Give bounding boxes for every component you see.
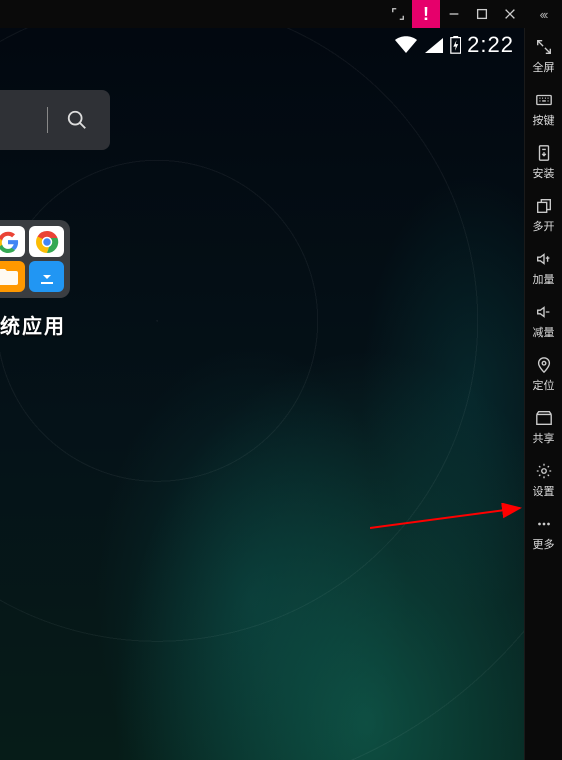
signal-icon (424, 36, 444, 54)
chrome-app-icon[interactable] (29, 226, 64, 257)
rail-more[interactable]: 更多 (525, 507, 562, 560)
rail-label: 设置 (533, 483, 555, 499)
rail-label: 安装 (533, 165, 555, 181)
rail-locate[interactable]: 定位 (525, 348, 562, 401)
right-sidebar: 全屏 按键 安装 多开 加量 减量 定位 共享 设置 更多 (524, 28, 562, 760)
rail-label: 更多 (533, 536, 555, 552)
rail-share[interactable]: 共享 (525, 401, 562, 454)
emulator-screen[interactable]: 2:22 统应用 (0, 28, 524, 760)
search-icon (66, 109, 88, 131)
close-button[interactable] (496, 0, 524, 28)
rail-label: 减量 (533, 324, 555, 340)
rail-install[interactable]: 安装 (525, 136, 562, 189)
rail-keyboard[interactable]: 按键 (525, 83, 562, 136)
folder-label: 统应用 (0, 310, 66, 339)
rail-multi[interactable]: 多开 (525, 189, 562, 242)
rail-label: 定位 (533, 377, 555, 393)
annotation-arrow (370, 503, 524, 533)
google-app-icon[interactable] (0, 226, 25, 257)
wifi-icon (394, 36, 418, 54)
separator (47, 107, 48, 133)
rail-fullscreen[interactable]: 全屏 (525, 30, 562, 83)
rail-label: 全屏 (533, 59, 555, 75)
rail-volume-up[interactable]: 加量 (525, 242, 562, 295)
rail-label: 多开 (533, 218, 555, 234)
files-app-icon[interactable] (0, 261, 25, 292)
rail-volume-down[interactable]: 减量 (525, 295, 562, 348)
download-app-icon[interactable] (29, 261, 64, 292)
expand-button[interactable] (384, 0, 412, 28)
rail-label: 共享 (533, 430, 555, 446)
search-widget[interactable] (0, 90, 110, 150)
alert-button[interactable]: ! (412, 0, 440, 28)
collapse-rail-button[interactable]: ‹‹‹ (524, 0, 562, 28)
rail-settings[interactable]: 设置 (525, 454, 562, 507)
window-titlebar: ! ‹‹‹ (0, 0, 562, 28)
app-folder[interactable] (0, 220, 70, 298)
rail-label: 按键 (533, 112, 555, 128)
clock: 2:22 (467, 32, 514, 58)
maximize-button[interactable] (468, 0, 496, 28)
minimize-button[interactable] (440, 0, 468, 28)
battery-charging-icon (450, 36, 461, 54)
android-statusbar: 2:22 (0, 28, 524, 62)
rail-label: 加量 (533, 271, 555, 287)
